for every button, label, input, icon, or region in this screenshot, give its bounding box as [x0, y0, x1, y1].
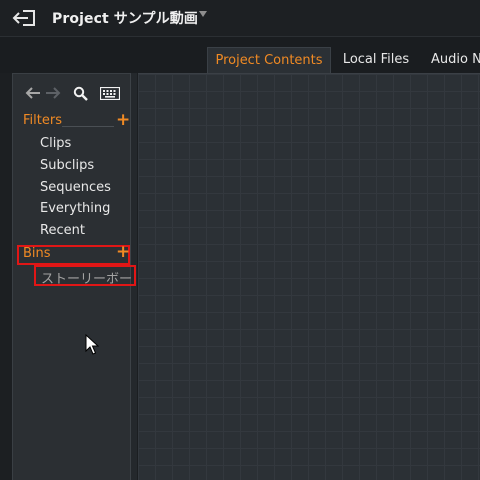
chevron-down-icon[interactable] [199, 11, 207, 17]
tab-project-contents[interactable]: Project Contents [207, 47, 331, 73]
filters-divider [62, 126, 114, 127]
filter-item-everything[interactable]: Everything [40, 201, 110, 216]
tab-local-files[interactable]: Local Files [333, 47, 419, 73]
search-icon[interactable] [73, 86, 88, 101]
bin-item-label: ストーリーボード [41, 272, 136, 286]
bins-heading: Bins [23, 246, 51, 261]
add-bin-icon[interactable]: + [116, 244, 130, 261]
tab-audio[interactable]: Audio N [421, 47, 480, 73]
filter-item-sequences[interactable]: Sequences [40, 180, 111, 195]
filter-item-subclips[interactable]: Subclips [40, 158, 94, 173]
tab-strip: Project Contents Local Files Audio N [0, 37, 480, 73]
filters-heading: Filters [23, 113, 62, 128]
project-title[interactable]: Project サンプル動画 [52, 8, 198, 28]
back-arrow-icon[interactable] [25, 86, 41, 100]
title-bar: Project サンプル動画 [0, 0, 480, 37]
filter-item-clips[interactable]: Clips [40, 136, 71, 151]
project-contents-grid[interactable] [138, 73, 480, 480]
exit-icon[interactable] [12, 8, 38, 28]
add-filter-icon[interactable]: + [116, 112, 130, 129]
filter-item-recent[interactable]: Recent [40, 223, 85, 238]
forward-arrow-icon[interactable] [45, 86, 61, 100]
keyboard-icon[interactable] [100, 87, 120, 100]
bin-item[interactable]: ストーリーボード [34, 265, 136, 286]
mouse-cursor-icon [85, 334, 99, 355]
